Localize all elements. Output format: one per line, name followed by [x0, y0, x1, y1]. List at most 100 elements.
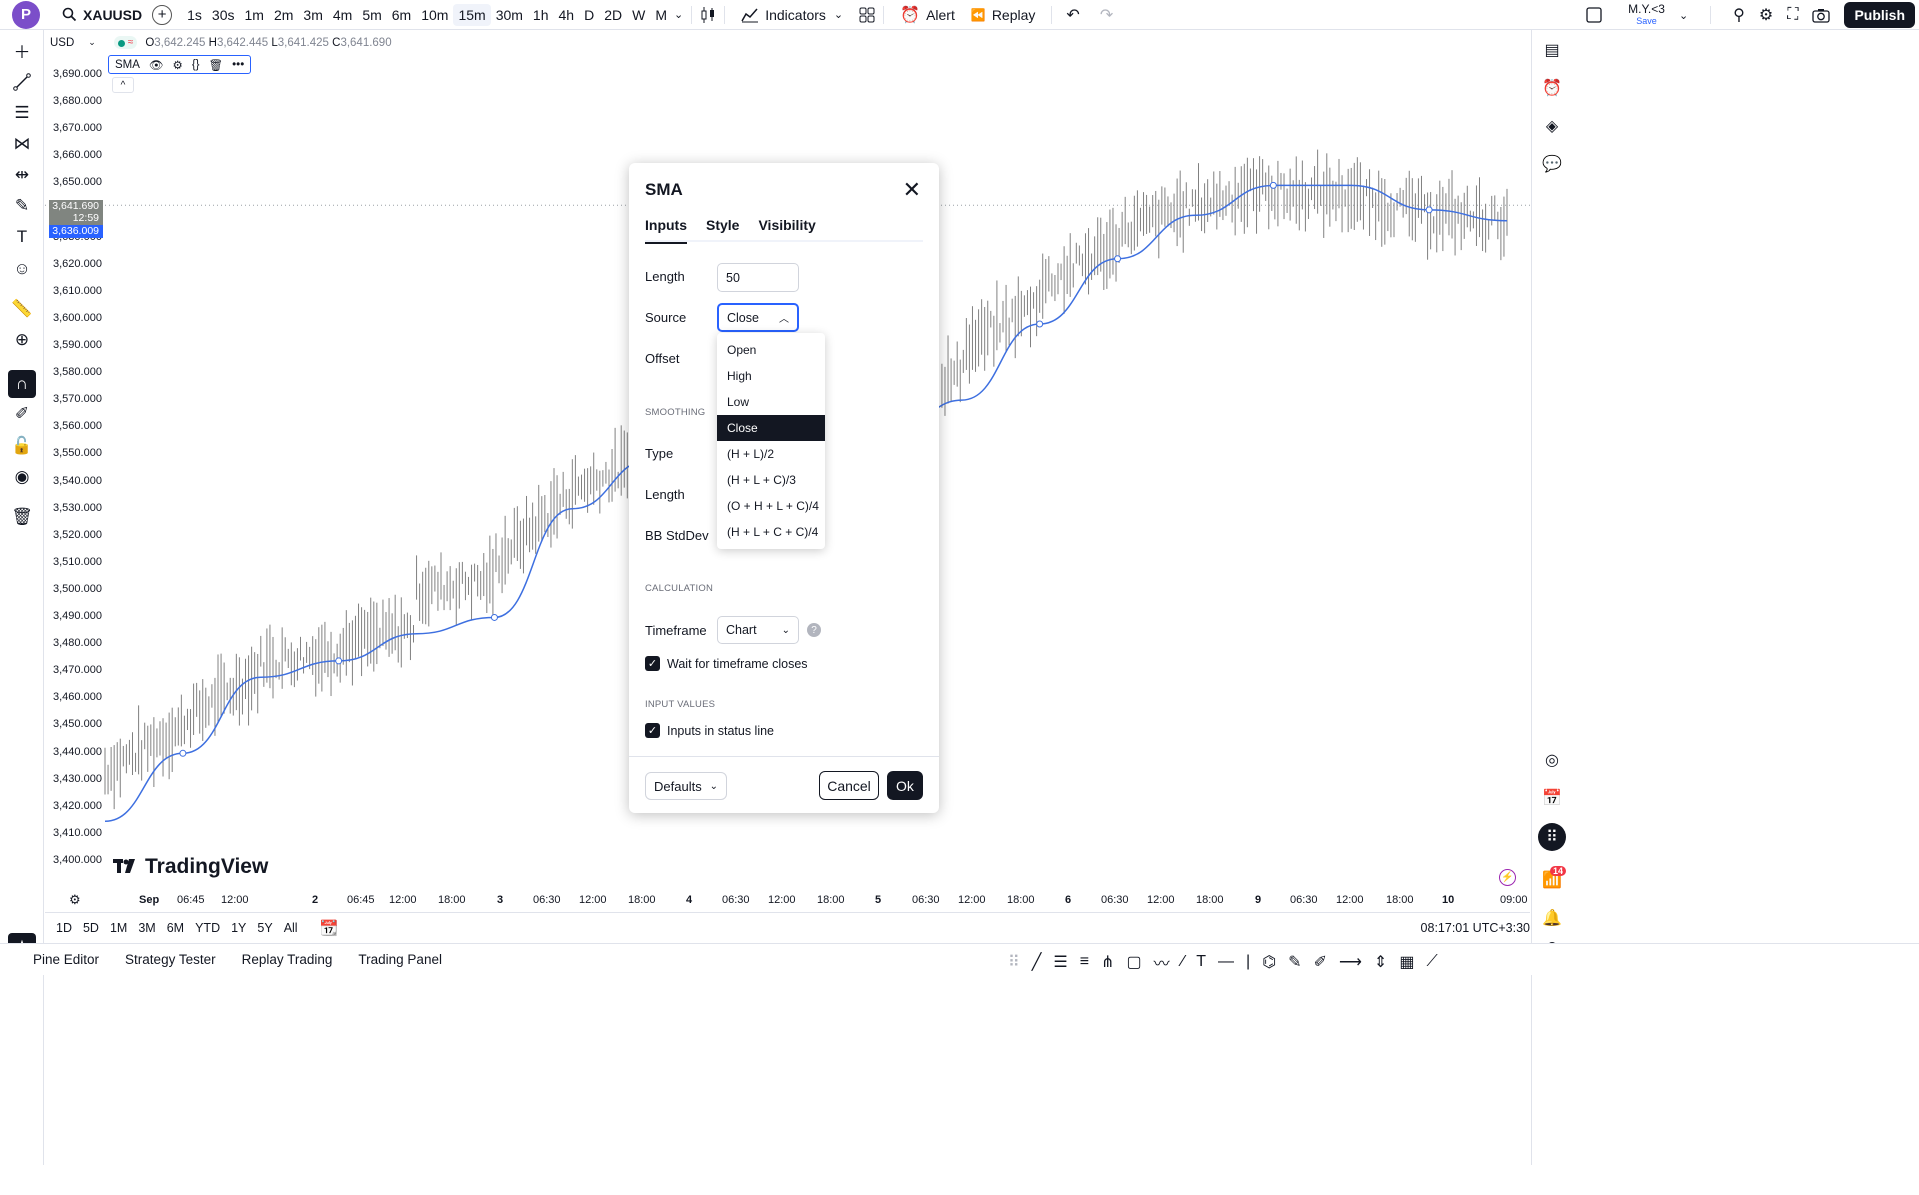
range-1m[interactable]: 1M — [110, 921, 127, 935]
interval-4h[interactable]: 4h — [554, 4, 580, 26]
source-option[interactable]: (H + L + C)/3 — [717, 467, 825, 493]
magnet-icon[interactable]: ∩ — [8, 370, 36, 398]
interval-D[interactable]: D — [579, 4, 599, 26]
eye-icon[interactable]: 👁 — [149, 58, 164, 72]
sma-point[interactable] — [1036, 320, 1044, 328]
timezone-settings-icon[interactable]: ⚙ — [69, 892, 81, 908]
interval-3m[interactable]: 3m — [298, 4, 327, 26]
fib-lines-icon[interactable]: ☰ — [10, 101, 34, 125]
interval-30m[interactable]: 30m — [491, 4, 528, 26]
more-icon[interactable]: ••• — [232, 59, 244, 71]
symbol-search[interactable]: XAUUSD — [62, 7, 142, 23]
forecast-icon[interactable]: ⇹ — [10, 163, 34, 187]
footer-tab-replay-trading[interactable]: Replay Trading — [242, 952, 333, 967]
compare-add-icon[interactable]: + — [152, 4, 173, 25]
sma-point[interactable] — [490, 613, 498, 621]
price-range-icon[interactable]: ⇕ — [1374, 952, 1387, 972]
interval-5m[interactable]: 5m — [357, 4, 386, 26]
interval-1s[interactable]: 1s — [182, 4, 207, 26]
range-3m[interactable]: 3M — [138, 921, 155, 935]
fullscreen-square-icon[interactable] — [1586, 7, 1602, 23]
source-code-icon[interactable]: {} — [192, 59, 200, 71]
fib-retracement-icon[interactable]: ☰ — [1053, 952, 1067, 972]
collapse-legend-icon[interactable]: ^ — [112, 77, 134, 93]
path-icon[interactable]: ⌬ — [1262, 952, 1276, 972]
range-all[interactable]: All — [284, 921, 298, 935]
lightning-icon[interactable]: ⚡ — [1499, 869, 1516, 886]
interval-15m[interactable]: 15m — [453, 3, 491, 26]
measure-icon[interactable]: ⟋ — [1426, 953, 1437, 971]
footer-tab-trading-panel[interactable]: Trading Panel — [358, 952, 442, 967]
interval-1h[interactable]: 1h — [528, 4, 554, 26]
timeframe-select[interactable]: Chart ⌄ — [717, 616, 799, 644]
text-icon[interactable]: T — [10, 225, 34, 249]
profile-avatar[interactable]: P — [12, 0, 40, 29]
arrow-icon[interactable]: ⟶ — [1339, 952, 1362, 972]
range-6m[interactable]: 6M — [167, 921, 184, 935]
eye-icon[interactable]: ◉ — [10, 465, 34, 489]
source-option[interactable]: (O + H + L + C)/4 — [717, 493, 825, 519]
market-status-icon[interactable]: ≈ — [113, 36, 138, 49]
emoji-icon[interactable]: ☺ — [10, 257, 34, 281]
horizontal-line-icon[interactable]: — — [1218, 953, 1234, 971]
candles-type-icon[interactable] — [700, 6, 716, 24]
target-icon[interactable]: ◎ — [1540, 748, 1564, 772]
ok-button[interactable]: Ok — [887, 771, 923, 800]
replay-button[interactable]: ⏪ Replay — [963, 7, 1044, 23]
close-icon[interactable]: ✕ — [903, 179, 921, 201]
pitchfork-icon[interactable]: ⋔ — [1101, 952, 1114, 972]
ruler-icon[interactable]: 📏 — [10, 297, 34, 321]
fullscreen-icon[interactable]: ⛶ — [1787, 6, 1798, 24]
rectangle-icon[interactable]: ▢ — [1126, 952, 1141, 972]
alerts-clock-icon[interactable]: ⏰ — [1540, 76, 1564, 100]
chevron-down-icon[interactable]: ⌄ — [674, 8, 683, 21]
ray-icon[interactable]: ∕ — [1182, 953, 1185, 971]
delete-icon[interactable]: 🗑 — [209, 58, 224, 72]
interval-1m[interactable]: 1m — [240, 4, 269, 26]
drag-handle-icon[interactable]: ⠿ — [1008, 952, 1020, 972]
source-option[interactable]: Open — [717, 337, 825, 363]
layouts-grid-icon[interactable] — [859, 7, 875, 23]
camera-icon[interactable] — [1812, 8, 1831, 23]
source-select[interactable]: Close ︿ — [717, 303, 799, 332]
source-option[interactable]: High — [717, 363, 825, 389]
chevron-down-icon[interactable]: ⌄ — [834, 8, 843, 21]
settings-gear-icon[interactable]: ⚙ — [1759, 5, 1773, 25]
source-option[interactable]: (H + L + C + C)/4 — [717, 519, 825, 545]
interval-W[interactable]: W — [627, 4, 650, 26]
range-5d[interactable]: 5D — [83, 921, 99, 935]
source-option[interactable]: Low — [717, 389, 825, 415]
goto-date-icon[interactable]: 📆 — [320, 919, 339, 937]
cancel-button[interactable]: Cancel — [819, 771, 879, 800]
polyline-icon[interactable]: 〰 — [1154, 950, 1170, 974]
layout-name-button[interactable]: M.Y.<3 Save — [1628, 3, 1665, 27]
interval-2D[interactable]: 2D — [599, 4, 627, 26]
quick-search-icon[interactable]: ⚲ — [1733, 5, 1745, 25]
calendar-icon[interactable]: 📅 — [1540, 786, 1564, 810]
pattern-icon[interactable]: ⋈ — [10, 132, 34, 156]
range-ytd[interactable]: YTD — [195, 921, 220, 935]
sma-point[interactable] — [1114, 255, 1122, 263]
settings-gear-icon[interactable]: ⚙ — [173, 58, 183, 72]
range-1y[interactable]: 1Y — [231, 921, 246, 935]
interval-10m[interactable]: 10m — [416, 4, 453, 26]
table-grid-icon[interactable]: ▦ — [1399, 952, 1414, 972]
sma-legend-item[interactable]: SMA 👁 ⚙ {} 🗑 ••• — [108, 55, 252, 74]
footer-tab-pine-editor[interactable]: Pine Editor — [33, 952, 99, 967]
brush-icon[interactable]: ✎ — [10, 194, 34, 218]
sma-point[interactable] — [335, 657, 343, 665]
sma-point[interactable] — [179, 749, 187, 757]
inputs-status-line-checkbox[interactable]: ✓ Inputs in status line — [645, 723, 774, 738]
brush-icon[interactable]: ✎ — [1288, 952, 1301, 972]
watchlist-icon[interactable]: ▤ — [1540, 38, 1564, 62]
text-icon[interactable]: T — [1196, 953, 1206, 971]
defaults-button[interactable]: Defaults ⌄ — [645, 772, 727, 800]
trend-line-icon[interactable]: ╱ — [1032, 952, 1042, 972]
zoom-in-icon[interactable]: ⊕ — [10, 328, 34, 352]
range-1d[interactable]: 1D — [56, 921, 72, 935]
stay-drawing-icon[interactable]: ✐ — [10, 402, 34, 426]
sma-point[interactable] — [1425, 206, 1433, 214]
sma-point[interactable] — [1269, 181, 1277, 189]
undo-icon[interactable]: ↶ — [1066, 5, 1079, 25]
chat-icon[interactable]: 💬 — [1540, 152, 1564, 176]
